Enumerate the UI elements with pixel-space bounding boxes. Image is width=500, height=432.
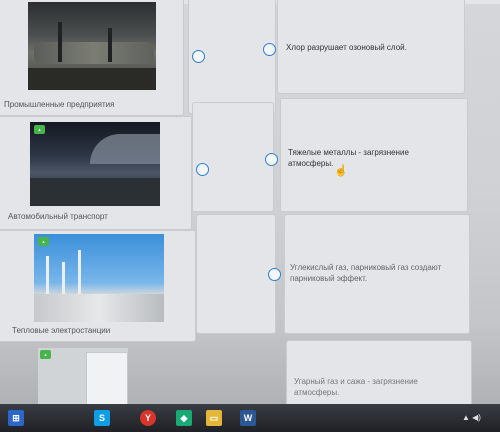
chimney bbox=[58, 22, 62, 62]
car-photo: ▲ bbox=[30, 122, 160, 206]
statement-radio[interactable] bbox=[265, 153, 278, 166]
smoke-plume bbox=[34, 42, 154, 64]
statement-radio[interactable] bbox=[268, 268, 281, 281]
skype-icon[interactable]: S bbox=[94, 410, 110, 426]
answer-radio[interactable] bbox=[192, 50, 205, 63]
image-caption: Промышленные предприятия bbox=[4, 100, 115, 109]
factory-photo bbox=[28, 2, 156, 90]
statement-text: Тяжелые металлы - загрязнение атмосферы. bbox=[288, 148, 409, 168]
hand-cursor-icon: ☝ bbox=[334, 165, 348, 177]
car-road bbox=[30, 178, 160, 206]
image-caption: Автомобильный транспорт bbox=[8, 212, 108, 221]
fridge-body bbox=[86, 352, 128, 404]
car-body bbox=[90, 134, 160, 164]
word-icon[interactable]: W bbox=[240, 410, 256, 426]
badge-icon: ▲ bbox=[34, 125, 45, 134]
start-icon[interactable]: ⊞ bbox=[8, 410, 24, 426]
badge-icon: ▲ bbox=[40, 350, 51, 359]
chimney bbox=[108, 28, 112, 62]
file-explorer-icon[interactable]: ▭ bbox=[206, 410, 222, 426]
factory-ground bbox=[28, 68, 156, 90]
quiz-screen: ▲ ▲ ▲ Промышленные предприятия Автомобил… bbox=[0, 0, 500, 432]
image-caption: Тепловые электростанции bbox=[12, 326, 111, 335]
statement-text: Хлор разрушает озоновый слой. bbox=[286, 43, 407, 52]
answer-radio[interactable] bbox=[196, 163, 209, 176]
apps-icon[interactable]: ◆ bbox=[176, 410, 192, 426]
statement-text: Угарный газ и сажа - загрязнение атмосфе… bbox=[294, 377, 418, 397]
answer-slot-3[interactable] bbox=[196, 214, 276, 334]
badge-icon: ▲ bbox=[38, 237, 49, 246]
power-plant-photo: ▲ bbox=[34, 234, 164, 322]
refrigerator-photo: ▲ bbox=[38, 348, 128, 404]
statement-text: Углекислый газ, парниковый газ создают п… bbox=[290, 263, 442, 283]
taskbar: ⊞ S Y ◆ ▭ W ▲ ◀) bbox=[0, 404, 500, 432]
yandex-browser-icon[interactable]: Y bbox=[140, 410, 156, 426]
answer-slot-2[interactable] bbox=[192, 102, 274, 212]
plant-buildings bbox=[34, 294, 164, 322]
statement-radio[interactable] bbox=[263, 43, 276, 56]
tray-icons[interactable]: ▲ ◀) bbox=[462, 413, 481, 422]
